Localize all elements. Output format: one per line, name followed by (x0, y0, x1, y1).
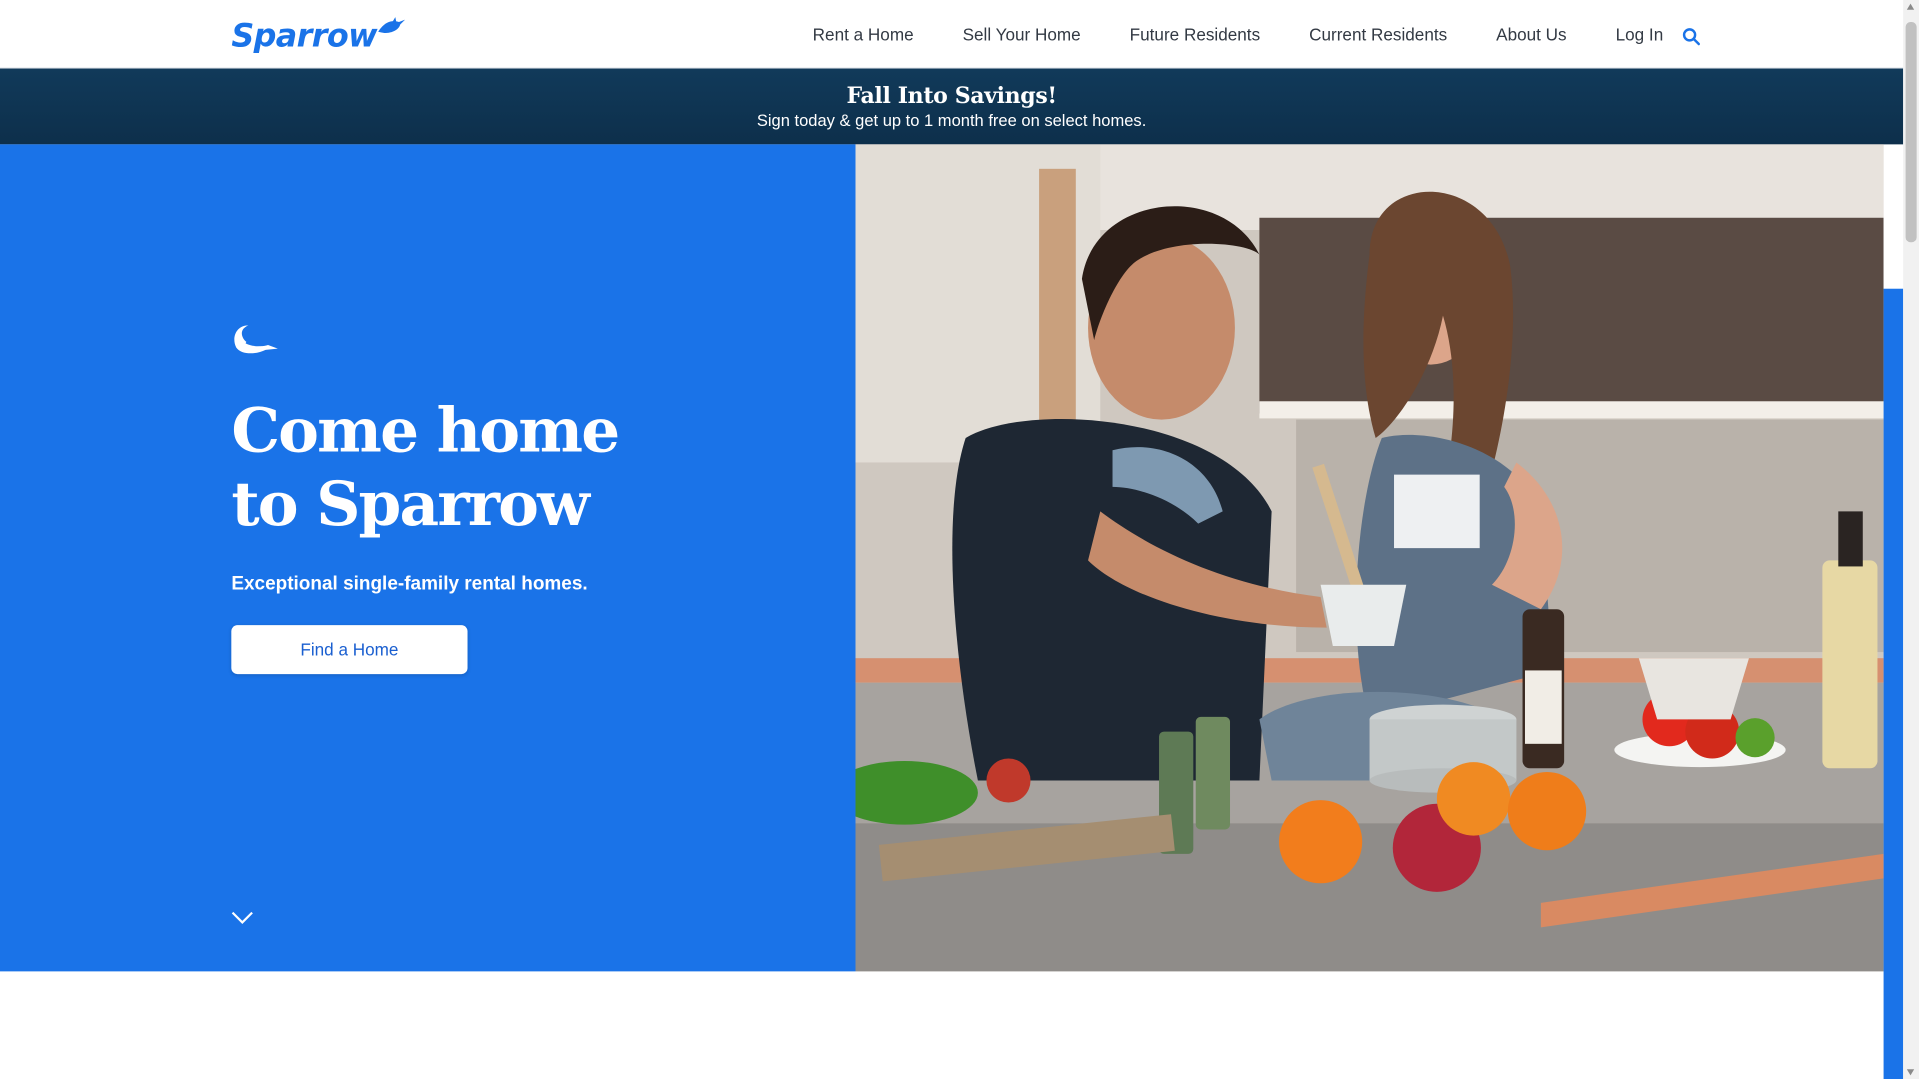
hero-right-edge (1883, 288, 1904, 1079)
hero-title-line-2: to Sparrow (231, 467, 589, 540)
hero-panel: Come home to Sparrow Exceptional single-… (0, 144, 856, 972)
hero-photo (855, 144, 1884, 972)
nav-log-in[interactable]: Log In (1616, 0, 1664, 69)
hero-subtitle: Exceptional single-family rental homes. (231, 573, 588, 595)
scrollbar-thumb[interactable] (1905, 22, 1917, 243)
nav-current-residents[interactable]: Current Residents (1309, 0, 1447, 69)
page-scrollbar[interactable] (1903, 0, 1919, 1079)
hero-section: Come home to Sparrow Exceptional single-… (0, 144, 1904, 1079)
chevron-down-icon[interactable] (231, 910, 253, 925)
hero-title: Come home to Sparrow (231, 394, 745, 541)
nav-sell-your-home[interactable]: Sell Your Home (963, 0, 1081, 69)
sparrow-mark-icon (234, 325, 278, 354)
kitchen-couple-photo (855, 144, 1884, 972)
hero-title-line-1: Come home (231, 393, 620, 467)
sparrow-logo[interactable]: Sparrow (231, 12, 406, 61)
main-nav: Rent a Home Sell Your Home Future Reside… (788, 0, 1688, 69)
site-header: Sparrow Rent a Home Sell Your Home Futur… (0, 0, 1904, 69)
promo-banner[interactable]: Fall Into Savings! Sign today & get up t… (0, 68, 1904, 145)
nav-rent-a-home[interactable]: Rent a Home (813, 0, 914, 69)
scroll-up-arrow-icon[interactable] (1906, 3, 1915, 10)
bird-icon (378, 17, 406, 34)
nav-future-residents[interactable]: Future Residents (1130, 0, 1260, 69)
search-icon[interactable] (1682, 27, 1702, 47)
logo-text: Sparrow (231, 18, 377, 56)
nav-about-us[interactable]: About Us (1496, 0, 1566, 69)
find-a-home-button[interactable]: Find a Home (231, 625, 468, 675)
scroll-down-arrow-icon[interactable] (1906, 1069, 1915, 1076)
promo-title: Fall Into Savings! (846, 83, 1057, 109)
promo-subtitle: Sign today & get up to 1 month free on s… (756, 111, 1147, 130)
